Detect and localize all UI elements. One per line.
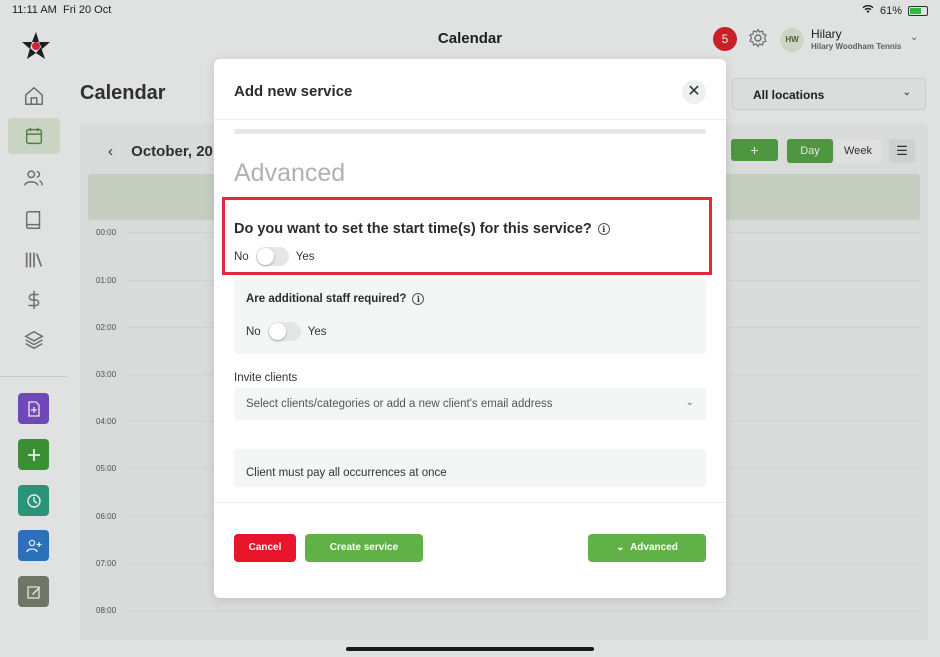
create-service-button[interactable]: Create service bbox=[305, 534, 423, 562]
start-time-toggle[interactable] bbox=[255, 247, 289, 266]
advanced-button-label: Advanced bbox=[630, 542, 678, 553]
staff-question: Are additional staff required? i bbox=[246, 293, 425, 306]
close-button[interactable]: ✕ bbox=[682, 80, 706, 104]
divider bbox=[214, 502, 726, 503]
chevron-down-icon: ⌄ bbox=[616, 542, 625, 553]
staff-toggle-row: No Yes bbox=[246, 322, 326, 341]
staff-section bbox=[234, 279, 706, 354]
invite-clients-select[interactable]: Select clients/categories or add a new c… bbox=[234, 388, 706, 420]
payment-option-label: Client must pay all occurrences at once bbox=[246, 467, 447, 479]
staff-question-text: Are additional staff required? bbox=[246, 293, 407, 306]
close-icon: ✕ bbox=[687, 83, 701, 100]
cancel-button[interactable]: Cancel bbox=[234, 534, 296, 562]
progress-bar bbox=[234, 129, 706, 134]
toggle-no-label: No bbox=[234, 250, 249, 263]
section-title: Advanced bbox=[234, 159, 346, 187]
invite-clients-label: Invite clients bbox=[234, 372, 298, 384]
toggle-yes-label: Yes bbox=[295, 250, 315, 263]
info-icon[interactable]: i bbox=[597, 223, 610, 236]
advanced-button[interactable]: ⌄ Advanced bbox=[588, 534, 706, 562]
invite-clients-placeholder: Select clients/categories or add a new c… bbox=[246, 398, 553, 410]
toggle-yes-label: Yes bbox=[307, 325, 327, 338]
start-time-question-text: Do you want to set the start time(s) for… bbox=[234, 221, 592, 237]
start-time-question: Do you want to set the start time(s) for… bbox=[234, 221, 610, 237]
info-icon[interactable]: i bbox=[412, 293, 425, 305]
start-time-toggle-row: No Yes bbox=[234, 247, 314, 266]
staff-toggle[interactable] bbox=[267, 322, 301, 341]
divider bbox=[214, 119, 726, 120]
modal-title: Add new service bbox=[234, 83, 353, 100]
home-indicator[interactable] bbox=[346, 647, 594, 651]
chevron-down-icon: ⌄ bbox=[685, 397, 694, 408]
toggle-no-label: No bbox=[246, 325, 261, 338]
add-service-modal: Add new service ✕ Advanced Do you want t… bbox=[214, 59, 726, 598]
